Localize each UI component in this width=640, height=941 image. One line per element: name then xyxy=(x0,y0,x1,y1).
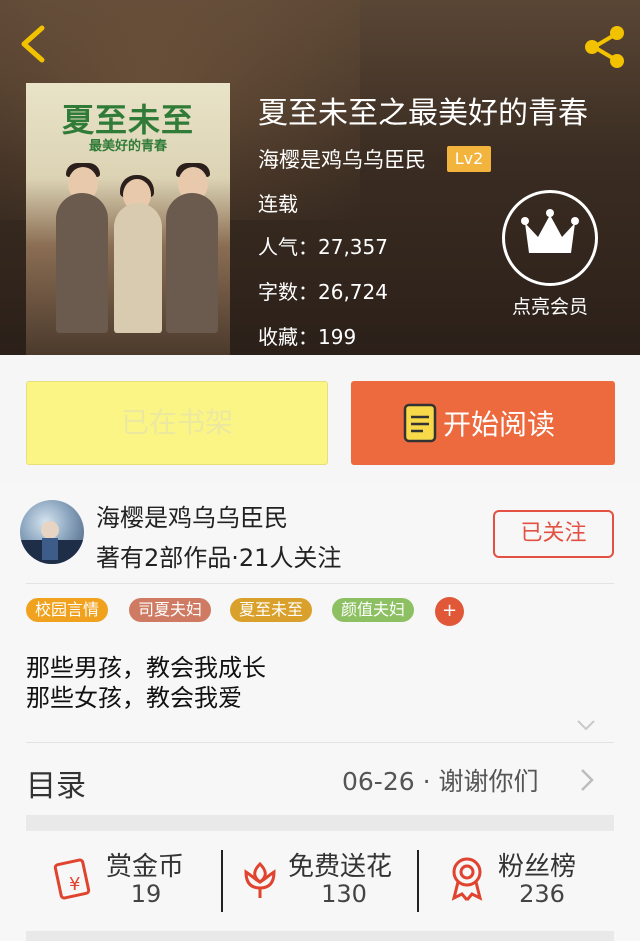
red-envelope-icon: ¥ xyxy=(53,858,91,900)
toc-chevron xyxy=(580,768,594,796)
in-bookshelf-button[interactable]: 已在书架 xyxy=(26,381,328,465)
add-tag-button[interactable]: + xyxy=(435,597,464,626)
tag-item[interactable]: 校园言情 xyxy=(26,598,109,622)
chevron-down-icon xyxy=(577,720,595,731)
section-separator xyxy=(26,931,614,941)
author-card-name[interactable]: 海樱是鸡乌乌臣民 xyxy=(96,498,288,533)
stat-popularity: 人气：27,357 xyxy=(258,231,388,260)
flower-icon xyxy=(244,861,276,898)
free-flowers-button[interactable]: 免费送花 130 xyxy=(236,846,416,914)
crown-icon xyxy=(521,209,579,253)
level-badge: Lv2 xyxy=(447,146,491,172)
chevron-right-icon xyxy=(581,769,594,791)
free-flowers-label: 免费送花 xyxy=(288,852,393,882)
stat-word-count: 字数：26,724 xyxy=(258,276,388,305)
cover-figure xyxy=(114,203,162,333)
avatar-image xyxy=(20,521,84,564)
book-title: 夏至未至之最美好的青春 xyxy=(258,96,588,131)
free-flowers-count: 130 xyxy=(321,880,367,908)
reward-coins-count: 19 xyxy=(130,880,162,908)
fan-ranking-button[interactable]: 粉丝榜 236 xyxy=(446,846,616,914)
tag-item[interactable]: 夏至未至 xyxy=(230,598,313,622)
reward-coins-label: 赏金币 xyxy=(106,852,185,882)
start-reading-label: 开始阅读 xyxy=(443,408,556,441)
share-button[interactable] xyxy=(580,22,630,72)
description-line: 那些女孩，教会我爱 xyxy=(26,684,242,712)
author-card-summary: 著有2部作品·21人关注 xyxy=(96,544,342,572)
author-avatar[interactable] xyxy=(20,500,84,564)
fan-ranking-count: 236 xyxy=(519,880,565,908)
cover-figure xyxy=(166,193,218,333)
cover-subtitle: 最美好的青春 xyxy=(88,139,167,154)
share-icon xyxy=(585,26,624,68)
toc-title: 目录 xyxy=(26,769,86,804)
vip-button[interactable] xyxy=(502,190,598,286)
serial-status: 连载 xyxy=(258,192,298,216)
fan-ranking-label: 粉丝榜 xyxy=(498,852,577,882)
stat-value: 26,724 xyxy=(318,280,388,304)
table-of-contents-row[interactable] xyxy=(0,745,640,813)
stat-value: 199 xyxy=(318,325,357,349)
medal-icon xyxy=(451,857,483,901)
vertical-divider xyxy=(221,850,223,912)
back-button[interactable] xyxy=(14,22,54,66)
tag-item[interactable]: 颜值夫妇 xyxy=(332,598,415,622)
tag-item[interactable]: 司夏夫妇 xyxy=(129,598,212,622)
book-icon xyxy=(403,403,437,443)
cover-figure xyxy=(56,193,108,333)
author-name[interactable]: 海樱是鸡乌乌臣民 xyxy=(258,144,426,174)
vip-label[interactable]: 点亮会员 xyxy=(488,292,612,319)
start-reading-button[interactable]: 开始阅读 xyxy=(351,381,615,465)
expand-button[interactable] xyxy=(576,716,596,735)
latest-chapter[interactable]: 06-26 · 谢谢你们 xyxy=(342,762,539,798)
section-separator xyxy=(26,815,614,831)
vertical-divider xyxy=(417,850,419,912)
book-header: 夏至未至 最美好的青春 夏至未至之最美好的青春 海樱是鸡乌乌臣民 Lv2 连载 … xyxy=(0,0,640,355)
chevron-left-icon xyxy=(21,25,45,63)
stat-label: 人气： xyxy=(258,235,318,259)
stat-value: 27,357 xyxy=(318,235,388,259)
stat-favorites: 收藏：199 xyxy=(258,321,356,350)
svg-text:¥: ¥ xyxy=(69,874,80,895)
book-cover[interactable]: 夏至未至 最美好的青春 xyxy=(26,83,230,355)
followed-button[interactable]: 已关注 xyxy=(493,510,614,558)
divider xyxy=(26,583,614,584)
stat-label: 收藏： xyxy=(258,325,318,349)
divider xyxy=(26,742,614,743)
reward-coins-button[interactable]: ¥ 赏金币 19 xyxy=(50,846,220,914)
stat-label: 字数： xyxy=(258,280,318,304)
